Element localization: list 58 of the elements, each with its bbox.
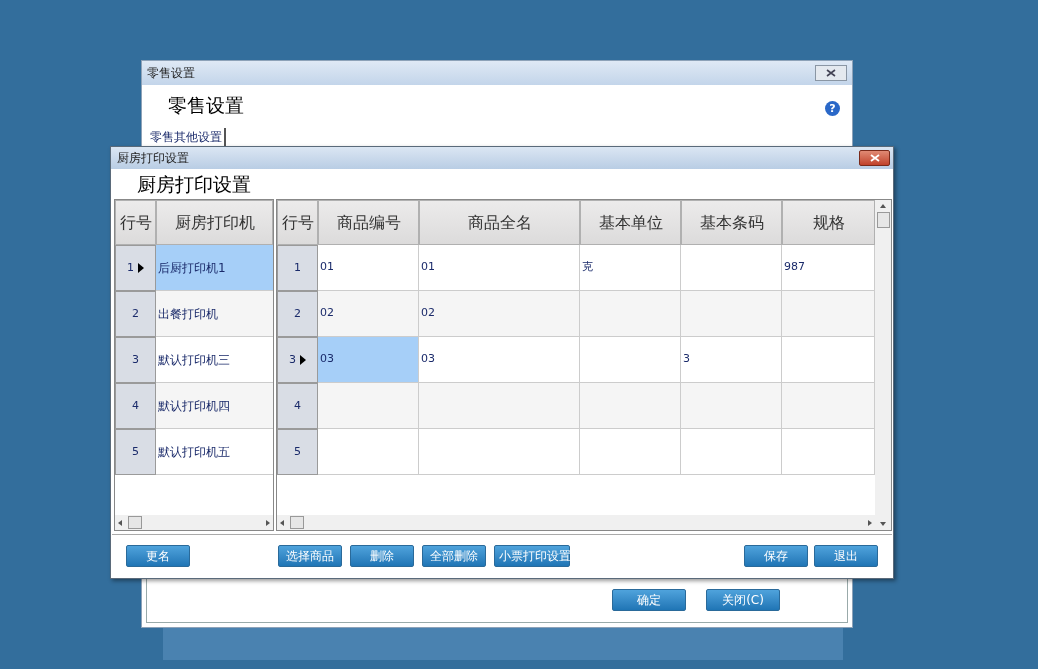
- scroll-thumb[interactable]: [128, 516, 142, 529]
- table-cell[interactable]: 后厨打印机1: [156, 245, 273, 291]
- row-number: 2: [132, 305, 139, 322]
- dialog-button[interactable]: 关闭(C): [706, 589, 780, 611]
- table-cell[interactable]: [419, 429, 580, 475]
- row-number: 1: [294, 259, 301, 276]
- dialog-button[interactable]: 全部删除: [422, 545, 486, 567]
- dialog-button[interactable]: 更名: [126, 545, 190, 567]
- close-button[interactable]: [859, 150, 890, 166]
- row-number: 5: [294, 443, 301, 460]
- scroll-right-icon[interactable]: [868, 519, 872, 526]
- window-title: 厨房打印设置: [117, 150, 189, 167]
- dialog-button[interactable]: 退出: [814, 545, 878, 567]
- table-cell[interactable]: [580, 429, 681, 475]
- scroll-left-icon[interactable]: [118, 519, 122, 526]
- row-number: 3: [132, 351, 139, 368]
- row-number: 4: [294, 397, 301, 414]
- scroll-right-icon[interactable]: [266, 519, 270, 526]
- row-pointer-icon: [300, 355, 306, 365]
- scroll-thumb[interactable]: [290, 516, 304, 529]
- window-heading: 零售设置: [168, 93, 244, 118]
- close-button[interactable]: [815, 65, 847, 81]
- vertical-scrollbar[interactable]: [875, 200, 891, 530]
- column-header: 商品编号: [318, 200, 419, 245]
- dialog-heading: 厨房打印设置: [137, 171, 251, 197]
- column-header: 厨房打印机: [156, 200, 273, 245]
- scroll-left-icon[interactable]: [280, 519, 284, 526]
- row-number: 2: [294, 305, 301, 322]
- table-cell[interactable]: [681, 429, 782, 475]
- window-title: 零售设置: [147, 65, 195, 82]
- column-header: 基本单位: [580, 200, 681, 245]
- horizontal-scrollbar[interactable]: [115, 515, 273, 530]
- table-cell[interactable]: 03: [318, 337, 419, 383]
- dialog-button[interactable]: 删除: [350, 545, 414, 567]
- close-icon: [869, 154, 880, 162]
- close-icon: [826, 69, 836, 77]
- scroll-up-icon[interactable]: [880, 204, 886, 208]
- help-button[interactable]: ?: [825, 101, 840, 116]
- dialog-button[interactable]: 确定: [612, 589, 686, 611]
- horizontal-scrollbar[interactable]: [277, 515, 875, 530]
- column-header: 行号: [115, 200, 156, 245]
- row-pointer-icon: [138, 263, 144, 273]
- dialog-button[interactable]: 小票打印设置: [494, 545, 570, 567]
- tab[interactable]: 零售其他设置: [148, 127, 226, 146]
- table-cell[interactable]: 默认打印机五: [156, 429, 273, 475]
- column-header: 商品全名: [419, 200, 580, 245]
- scroll-thumb[interactable]: [876, 212, 890, 228]
- row-number: 1: [127, 259, 134, 276]
- row-number: 4: [132, 397, 139, 414]
- row-number: 3: [289, 351, 296, 368]
- column-header: 基本条码: [681, 200, 782, 245]
- column-header: 行号: [277, 200, 318, 245]
- dialog-button[interactable]: 选择商品: [278, 545, 342, 567]
- table-cell[interactable]: [318, 429, 419, 475]
- row-number: 5: [132, 443, 139, 460]
- dialog-button[interactable]: 保存: [744, 545, 808, 567]
- column-header: 规格: [782, 200, 875, 245]
- scroll-down-icon[interactable]: [880, 522, 886, 526]
